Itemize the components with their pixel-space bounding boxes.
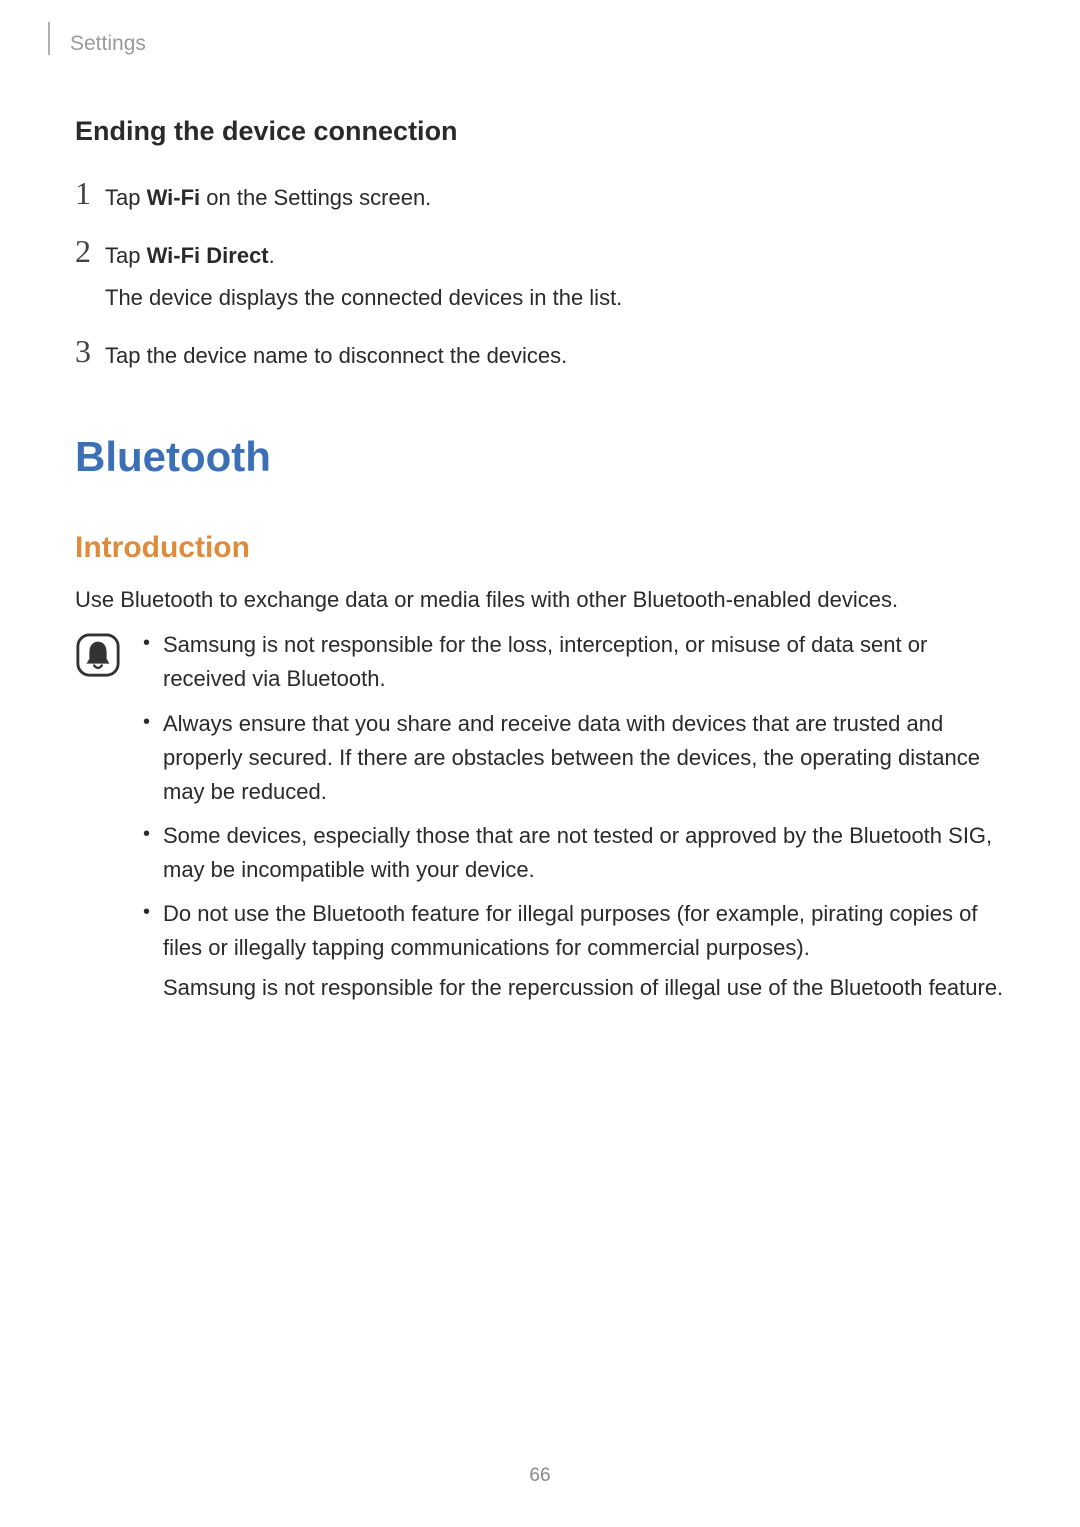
step-text-bold: Wi-Fi xyxy=(147,185,201,210)
notice-item: Do not use the Bluetooth feature for ill… xyxy=(141,897,1005,1005)
step-2: 2 Tap Wi-Fi Direct. The device displays … xyxy=(75,239,1005,315)
step-number: 3 xyxy=(75,335,105,367)
page-number: 66 xyxy=(0,1465,1080,1487)
bell-outline-icon xyxy=(75,632,121,678)
notice-item: Samsung is not responsible for the loss,… xyxy=(141,628,1005,696)
step-text-suffix: . xyxy=(269,243,275,268)
step-number: 1 xyxy=(75,177,105,209)
sub-heading-introduction: Introduction xyxy=(75,531,1005,565)
step-text-bold: Wi-Fi Direct xyxy=(147,243,269,268)
notice-item: Always ensure that you share and receive… xyxy=(141,707,1005,809)
notice-block: Samsung is not responsible for the loss,… xyxy=(75,628,1005,1015)
main-heading-bluetooth: Bluetooth xyxy=(75,433,1005,481)
step-3: 3 Tap the device name to disconnect the … xyxy=(75,339,1005,373)
notice-text: Do not use the Bluetooth feature for ill… xyxy=(163,901,977,960)
step-subtext: The device displays the connected device… xyxy=(105,281,1005,315)
notice-text: Some devices, especially those that are … xyxy=(163,823,992,882)
notice-list: Samsung is not responsible for the loss,… xyxy=(141,628,1005,1015)
step-number: 2 xyxy=(75,235,105,267)
step-text-prefix: Tap xyxy=(105,185,147,210)
step-text-prefix: Tap the device name to disconnect the de… xyxy=(105,343,567,368)
step-body: Tap Wi-Fi on the Settings screen. xyxy=(105,181,1005,215)
notice-item: Some devices, especially those that are … xyxy=(141,819,1005,887)
step-body: Tap the device name to disconnect the de… xyxy=(105,339,1005,373)
step-1: 1 Tap Wi-Fi on the Settings screen. xyxy=(75,181,1005,215)
steps-list: 1 Tap Wi-Fi on the Settings screen. 2 Ta… xyxy=(75,181,1005,373)
notice-extra: Samsung is not responsible for the reper… xyxy=(163,971,1005,1005)
notice-text: Samsung is not responsible for the loss,… xyxy=(163,632,927,691)
breadcrumb: Settings xyxy=(70,32,1005,56)
step-text-prefix: Tap xyxy=(105,243,147,268)
step-text-suffix: on the Settings screen. xyxy=(200,185,431,210)
intro-text: Use Bluetooth to exchange data or media … xyxy=(75,583,1005,616)
page-container: Settings Ending the device connection 1 … xyxy=(0,0,1080,1527)
section-heading-ending: Ending the device connection xyxy=(75,116,1005,147)
step-body: Tap Wi-Fi Direct. The device displays th… xyxy=(105,239,1005,315)
header-divider xyxy=(48,22,50,55)
notice-text: Always ensure that you share and receive… xyxy=(163,711,980,804)
